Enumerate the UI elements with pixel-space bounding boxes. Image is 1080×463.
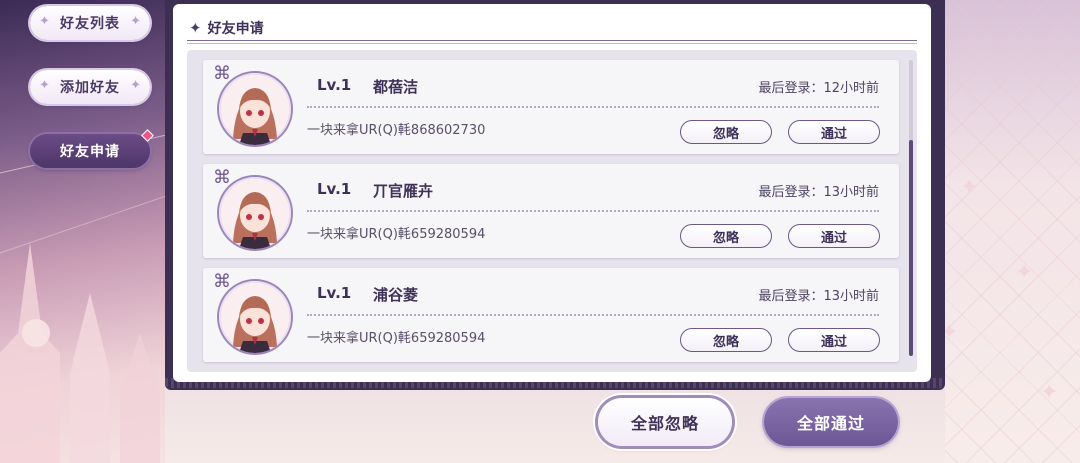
dotted-divider: [307, 314, 879, 316]
sidebar-item-label: 添加好友: [60, 80, 120, 96]
request-message: 一块来拿UR(Q)軞659280594: [307, 227, 486, 242]
dotted-divider: [307, 210, 879, 212]
player-level: Lv.1: [317, 76, 352, 94]
accept-button[interactable]: 通过: [788, 224, 880, 248]
ribbon-icon: ⌘: [213, 271, 231, 292]
sparkle-icon: ✦: [960, 175, 979, 200]
request-message: 一块来拿UR(Q)軞868602730: [307, 123, 486, 138]
sparkle-icon: ✦: [39, 78, 50, 93]
avatar[interactable]: ⌘: [213, 167, 291, 249]
last-login-time: 最后登录：13小时前: [758, 185, 879, 200]
ignore-button[interactable]: 忽略: [680, 224, 772, 248]
ignore-button[interactable]: 忽略: [680, 120, 772, 144]
header-divider: [187, 40, 917, 44]
last-login-time: 最后登录：13小时前: [758, 289, 879, 304]
sparkle-icon: ✦: [39, 14, 50, 29]
avatar[interactable]: ⌘: [213, 271, 291, 353]
panel-header: ✦ 好友申请: [189, 18, 264, 38]
player-name: 丌官雁卉: [373, 182, 434, 200]
ignore-all-button[interactable]: 全部忽略: [598, 398, 732, 446]
scrollbar[interactable]: [909, 60, 913, 356]
ribbon-icon: ⌘: [213, 63, 231, 84]
four-point-star-icon: ✦: [189, 19, 202, 37]
sidebar-item-friend-requests[interactable]: 好友申请: [30, 129, 154, 168]
sidebar-item-label: 好友列表: [60, 16, 120, 32]
request-list[interactable]: ⌘ Lv.1 都蓓洁 最后登录：12小时前 一块来拿UR(Q)軞86860273…: [187, 50, 917, 372]
player-name: 浦谷菱: [373, 286, 419, 304]
dotted-divider: [307, 106, 879, 108]
sparkle-icon: ✦: [1015, 260, 1034, 285]
request-card: ⌘ Lv.1 丌官雁卉 最后登录：13小时前 一块来拿UR(Q)軞6592805…: [203, 164, 899, 258]
sidebar-item-label: 好友申请: [60, 144, 120, 160]
ignore-button[interactable]: 忽略: [680, 328, 772, 352]
player-level: Lv.1: [317, 180, 352, 198]
friend-request-panel: ✦ 好友申请 ⌘ Lv.1 都蓓洁 最后登录：12小时前 一块来拿UR(Q)軞8…: [173, 4, 931, 382]
sparkle-icon: ✦: [1040, 380, 1059, 405]
last-login-time: 最后登录：12小时前: [758, 81, 879, 96]
panel-title: 好友申请: [207, 21, 264, 37]
player-level: Lv.1: [317, 284, 352, 302]
sparkle-icon: ✦: [130, 78, 141, 93]
accept-button[interactable]: 通过: [788, 120, 880, 144]
request-message: 一块来拿UR(Q)軞659280594: [307, 331, 486, 346]
castle-silhouette: [0, 133, 175, 463]
ribbon-icon: ⌘: [213, 167, 231, 188]
accept-all-button[interactable]: 全部通过: [764, 398, 898, 446]
avatar[interactable]: ⌘: [213, 63, 291, 145]
sidebar-item-friend-list[interactable]: ✦ 好友列表 ✦: [30, 6, 150, 40]
request-card: ⌘ Lv.1 都蓓洁 最后登录：12小时前 一块来拿UR(Q)軞86860273…: [203, 60, 899, 154]
accept-button[interactable]: 通过: [788, 328, 880, 352]
scrollbar-thumb[interactable]: [909, 140, 913, 356]
request-card: ⌘ Lv.1 浦谷菱 最后登录：13小时前 一块来拿UR(Q)軞65928059…: [203, 268, 899, 362]
sidebar-item-add-friend[interactable]: ✦ 添加好友 ✦: [30, 70, 150, 104]
player-name: 都蓓洁: [373, 78, 419, 96]
sparkle-icon: ✦: [130, 14, 141, 29]
